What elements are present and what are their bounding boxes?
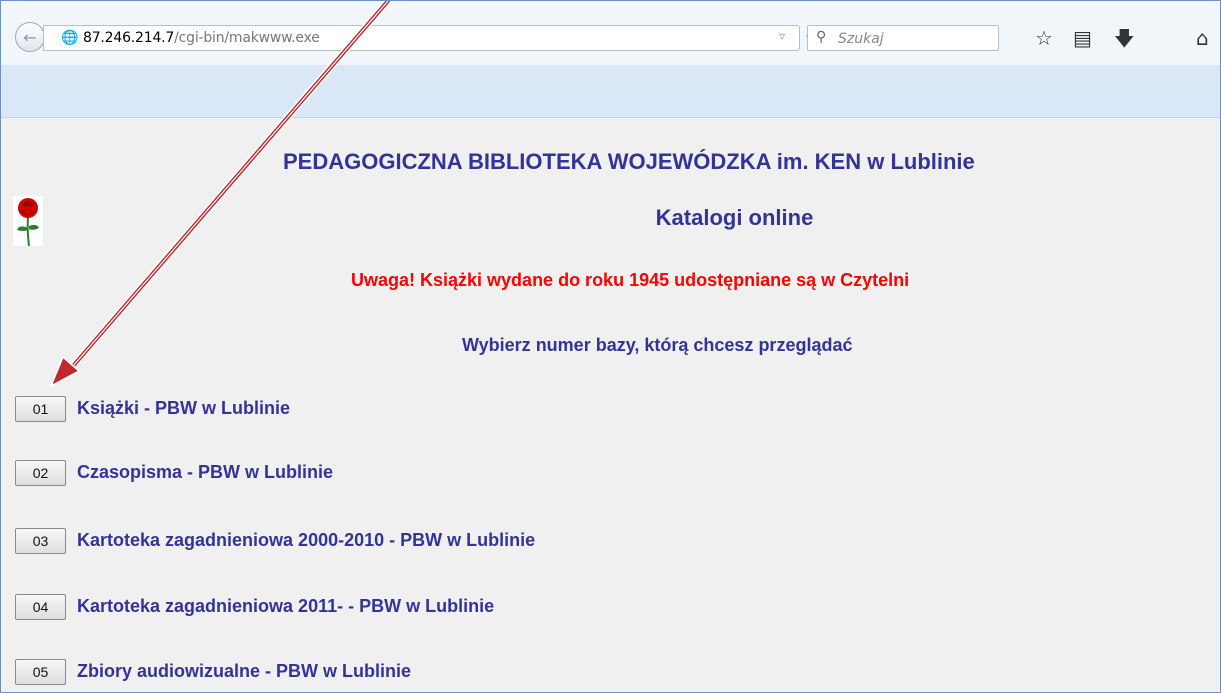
browser-window: ← 🌐 87.246.214.7/cgi-bin/makwww.exe ▿ ⟳ … [0,0,1221,693]
annotation-arrow [49,1,392,388]
